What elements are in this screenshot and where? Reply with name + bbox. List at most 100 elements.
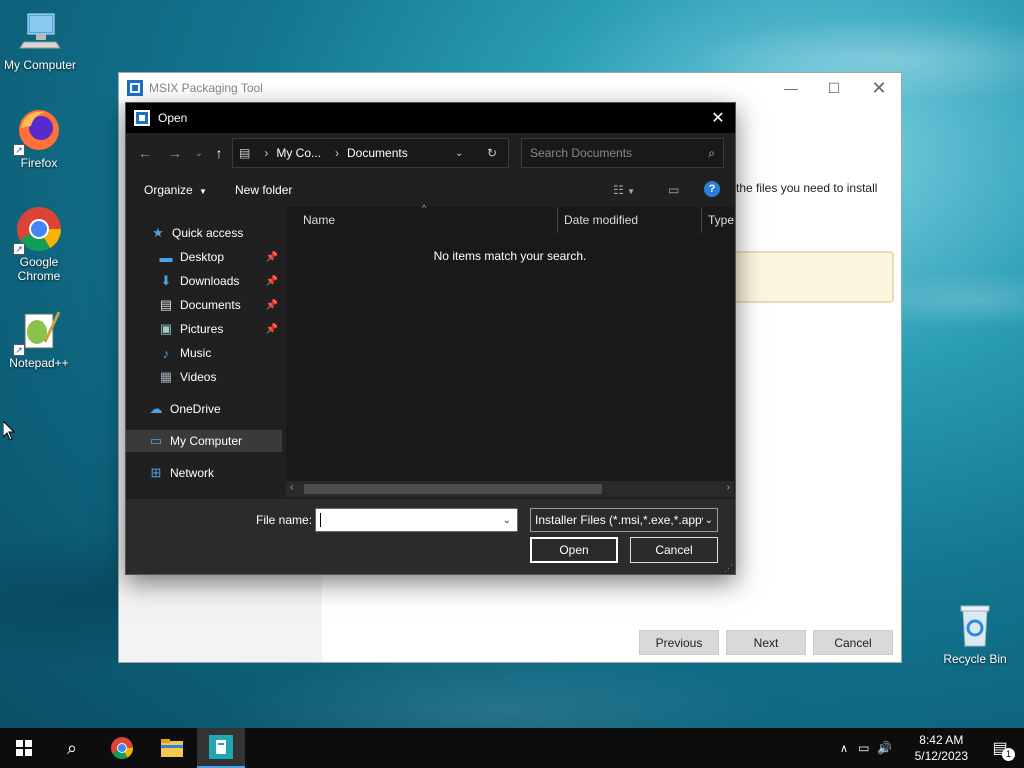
taskbar: ⌕ ∧ ▭ 🔊 8:42 AM 5/12/2023 ▤ 1	[0, 728, 1024, 768]
resize-grip-icon[interactable]: ⋰	[724, 563, 733, 574]
firefox-icon: ↗	[13, 106, 63, 156]
nav-label: Pictures	[180, 322, 224, 336]
desktop-icon-firefox[interactable]: ↗ Firefox	[0, 106, 79, 170]
taskbar-file-explorer[interactable]	[148, 728, 196, 768]
dialog-toolbar: Organize ▼ New folder ☷ ▼ ▭ ?	[126, 175, 735, 205]
scroll-right-icon[interactable]: ›	[727, 482, 730, 493]
pin-icon: 📌	[265, 251, 278, 263]
maximize-button[interactable]: ☐	[811, 73, 857, 103]
nav-videos[interactable]: ▦ Videos	[126, 366, 282, 388]
computer-icon: ▭	[149, 433, 163, 448]
dialog-app-icon	[134, 110, 150, 126]
dialog-title: Open	[158, 111, 188, 125]
desktop-icon-label: Firefox	[20, 156, 58, 170]
nav-downloads[interactable]: ⬇ Downloads 📌	[126, 270, 282, 292]
scroll-left-icon[interactable]: ‹	[290, 482, 293, 493]
network-icon[interactable]: ▭	[858, 741, 869, 755]
recent-locations-chevron-icon[interactable]: ⌄	[188, 142, 210, 164]
nav-network[interactable]: ⊞ Network	[126, 462, 282, 484]
breadcrumb-my-computer[interactable]: My Co...	[276, 146, 321, 160]
view-options-icon[interactable]: ☷ ▼	[613, 183, 635, 197]
breadcrumb-documents[interactable]: Documents	[347, 146, 408, 160]
clock[interactable]: 8:42 AM 5/12/2023	[915, 732, 968, 764]
horizontal-scrollbar[interactable]: ‹ ›	[286, 481, 734, 497]
sort-ascending-icon: ^	[422, 203, 427, 213]
file-name-input[interactable]: ⌄	[315, 508, 518, 532]
taskbar-msix-packaging-tool[interactable]	[197, 728, 245, 768]
previous-button[interactable]: Previous	[639, 630, 719, 655]
nav-desktop[interactable]: ▬ Desktop 📌	[126, 246, 282, 268]
search-icon: ⌕	[708, 145, 715, 160]
folder-icon	[161, 739, 183, 757]
system-tray: ∧ ▭ 🔊	[840, 728, 892, 768]
nav-documents[interactable]: ▤ Documents 📌	[126, 294, 282, 316]
taskbar-chrome[interactable]	[98, 728, 146, 768]
help-icon[interactable]: ?	[704, 181, 720, 197]
nav-quick-access[interactable]: ★ Quick access	[126, 222, 282, 244]
chevron-down-icon[interactable]: ⌄	[503, 515, 511, 526]
scrollbar-thumb[interactable]	[304, 484, 602, 494]
msix-app-icon	[209, 735, 233, 759]
search-icon[interactable]: ⌕	[48, 728, 96, 768]
volume-icon[interactable]: 🔊	[877, 741, 892, 755]
open-button[interactable]: Open	[530, 537, 618, 563]
refresh-icon[interactable]: ↻	[487, 146, 497, 160]
msix-warning-banner	[731, 251, 894, 303]
navigation-pane: ★ Quick access ▬ Desktop 📌 ⬇ Downloads 📌…	[126, 207, 284, 497]
next-button[interactable]: Next	[726, 630, 806, 655]
pin-icon: 📌	[265, 323, 278, 335]
file-type-select[interactable]: Installer Files (*.msi,*.exe,*.appv ⌄	[530, 508, 718, 532]
breadcrumb-separator-icon: ›	[335, 146, 340, 160]
column-divider[interactable]	[701, 207, 702, 233]
notification-center-button[interactable]: ▤ 1	[976, 728, 1024, 768]
nav-onedrive[interactable]: ☁ OneDrive	[126, 398, 282, 420]
pin-icon: 📌	[265, 275, 278, 287]
video-icon: ▦	[159, 369, 173, 384]
start-button[interactable]	[0, 728, 48, 768]
empty-message: No items match your search.	[433, 249, 587, 263]
nav-label: Downloads	[180, 274, 240, 288]
msix-cancel-button[interactable]: Cancel	[813, 630, 893, 655]
chevron-up-icon[interactable]: ∧	[840, 742, 848, 755]
forward-arrow-icon[interactable]: →	[164, 142, 186, 164]
mouse-cursor-icon	[3, 421, 15, 441]
desktop-icon-recycle-bin[interactable]: Recycle Bin	[935, 602, 1015, 666]
address-dropdown-chevron-icon[interactable]: ⌄	[455, 148, 463, 159]
desktop-icon-label: Notepad++	[9, 356, 69, 370]
dialog-close-button[interactable]: ✕	[701, 103, 735, 133]
chevron-down-icon: ⌄	[702, 514, 713, 526]
organize-menu[interactable]: Organize ▼	[144, 183, 207, 197]
nav-pictures[interactable]: ▣ Pictures 📌	[126, 318, 282, 340]
file-type-value: Installer Files (*.msi,*.exe,*.appv	[535, 513, 708, 527]
address-bar[interactable]: ▤ › My Co... › Documents ⌄ ↻	[232, 138, 509, 168]
close-button[interactable]: ✕	[856, 73, 902, 103]
column-date-modified[interactable]: Date modified	[564, 213, 638, 227]
shortcut-arrow-icon: ↗	[13, 243, 25, 255]
desktop-icon-my-computer[interactable]: My Computer	[0, 8, 80, 72]
up-arrow-icon[interactable]: ↑	[208, 142, 230, 164]
cancel-button[interactable]: Cancel	[630, 537, 718, 563]
msix-window-title: MSIX Packaging Tool	[149, 81, 263, 95]
network-icon: ⊞	[150, 465, 162, 480]
nav-music[interactable]: ♪ Music	[126, 342, 282, 364]
preview-pane-icon[interactable]: ▭	[668, 183, 679, 197]
back-arrow-icon[interactable]: ←	[134, 142, 156, 164]
desktop-icon-label: Recycle Bin	[943, 652, 1007, 666]
recycle-bin-icon	[951, 602, 999, 650]
column-name[interactable]: Name	[303, 213, 335, 227]
search-input[interactable]: Search Documents ⌕	[521, 138, 724, 168]
cloud-icon: ☁	[149, 401, 163, 416]
msix-body-text: the files you need to install	[736, 181, 878, 195]
column-divider[interactable]	[557, 207, 558, 233]
nav-label: Quick access	[172, 226, 244, 240]
msix-app-icon	[127, 80, 143, 96]
picture-icon: ▣	[159, 321, 173, 336]
nav-my-computer[interactable]: ▭ My Computer	[126, 430, 282, 452]
pin-icon: 📌	[265, 299, 278, 311]
desktop-icon-chrome[interactable]: ↗ Google Chrome	[0, 205, 79, 283]
minimize-button[interactable]: —	[768, 73, 814, 103]
column-type[interactable]: Type	[708, 213, 734, 227]
desktop-icon-notepadpp[interactable]: ↗ Notepad++	[0, 306, 79, 370]
new-folder-button[interactable]: New folder	[235, 183, 292, 197]
nav-label: Videos	[180, 370, 217, 384]
